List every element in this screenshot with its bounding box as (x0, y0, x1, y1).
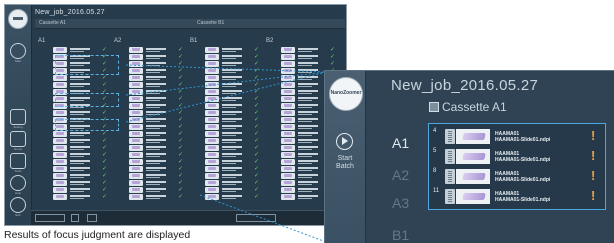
zoom-sidebar: NanoZoomer Start Batch (325, 71, 366, 243)
slide-thumbnail (456, 189, 490, 204)
nanozoomer-logo-icon: NanoZoomer (329, 77, 363, 111)
slot-number: 11 (433, 188, 440, 194)
row-label-a1: A1 (392, 135, 410, 151)
start-batch-button[interactable] (336, 133, 353, 150)
slide-slot[interactable]: 5 HAAMA01 HAAMA01-Slide01.ndpi ! (433, 148, 603, 165)
row-label-a2: A2 (392, 167, 410, 183)
slide-file: HAAMA01-Slide01.ndpi (495, 197, 551, 203)
brand-text: NanoZoomer (330, 90, 362, 96)
focus-warning-icon: ! (591, 188, 596, 203)
focus-warning-icon: ! (591, 168, 596, 183)
slot-number: 4 (433, 128, 437, 134)
start-label-line1: Start (337, 155, 353, 162)
slot-panel: 4 HAAMA01 HAAMA01-Slide01.ndpi ! 5 HAAMA… (428, 123, 606, 210)
slide-thumbnail (456, 169, 490, 184)
focus-warning-icon: ! (591, 128, 596, 143)
slide-file: HAAMA01-Slide01.ndpi (495, 177, 551, 183)
cassette-checkbox-icon[interactable] (429, 102, 439, 112)
slide-holder-icon (445, 169, 455, 184)
slide-thumbnail (456, 149, 490, 164)
focus-warning-icon: ! (591, 148, 596, 163)
cassette-selector[interactable]: Cassette A1 (429, 100, 507, 114)
slide-slot[interactable]: 4 HAAMA01 HAAMA01-Slide01.ndpi ! (433, 128, 603, 145)
slot-number: 5 (433, 148, 437, 154)
slide-thumbnail (456, 129, 490, 144)
figure-caption: Results of focus judgment are displayed (4, 229, 191, 241)
slide-file: HAAMA01-Slide01.ndpi (495, 157, 551, 163)
start-batch-label: Start Batch (325, 155, 365, 171)
zoom-job-title: New_job_2016.05.27 (391, 77, 539, 94)
zoom-callout: NanoZoomer Start Batch New_job_2016.05.2… (324, 70, 614, 243)
slide-slot[interactable]: 8 HAAMA01 HAAMA01-Slide01.ndpi ! (433, 168, 603, 185)
slot-number: 8 (433, 168, 437, 174)
slide-file: HAAMA01-Slide01.ndpi (495, 137, 551, 143)
cassette-label: Cassette A1 (442, 100, 507, 114)
slide-holder-icon (445, 149, 455, 164)
row-label-a3: A3 (392, 195, 410, 211)
row-label-b1: B1 (392, 227, 410, 243)
start-label-line2: Batch (336, 163, 354, 170)
slide-holder-icon (445, 189, 455, 204)
slide-holder-icon (445, 129, 455, 144)
slide-slot[interactable]: 11 HAAMA01 HAAMA01-Slide01.ndpi ! (433, 188, 603, 205)
